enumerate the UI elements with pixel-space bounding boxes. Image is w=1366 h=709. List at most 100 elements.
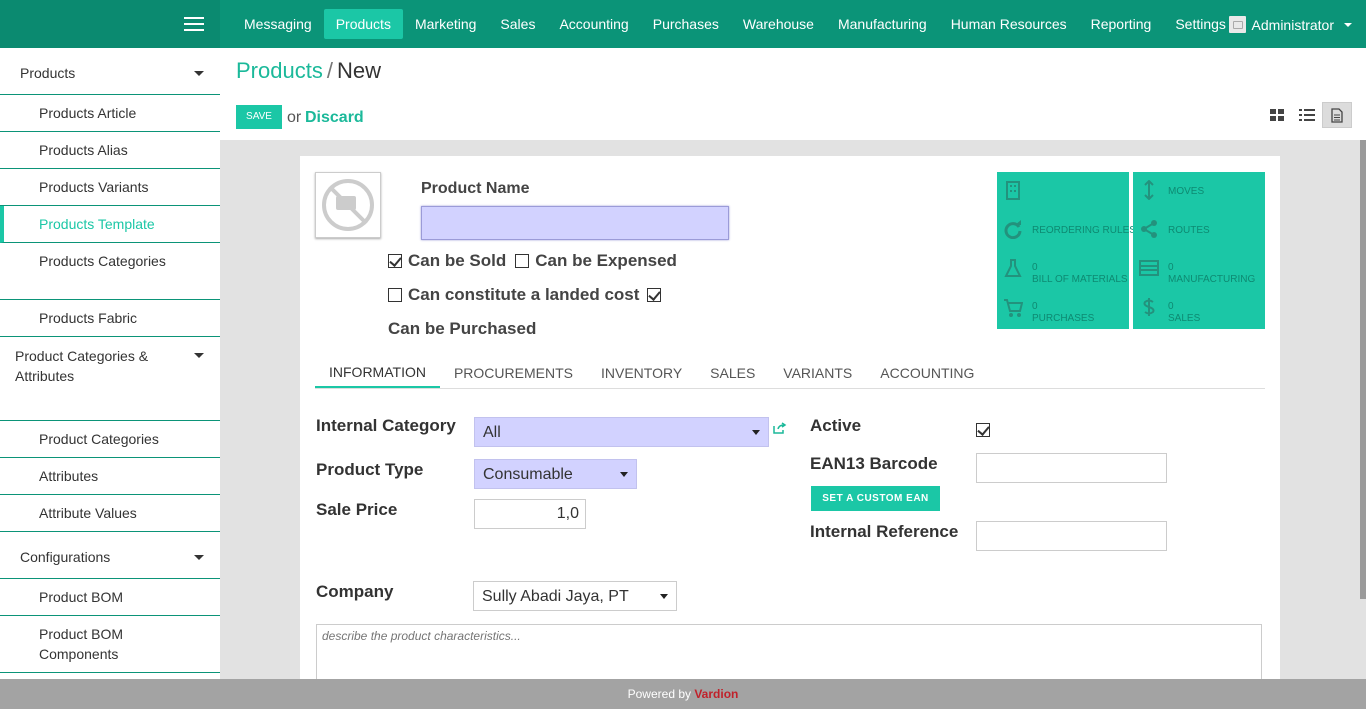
smart-button-label: MOVES bbox=[1168, 186, 1205, 197]
sidebar-item-products-alias[interactable]: Products Alias bbox=[0, 132, 220, 169]
product-type-select[interactable]: Consumable bbox=[474, 459, 637, 489]
list-icon bbox=[1299, 109, 1315, 121]
sidebar-item-products-template[interactable]: Products Template bbox=[0, 206, 220, 243]
menu-toggle-icon[interactable] bbox=[184, 17, 204, 33]
nav-item-reporting[interactable]: Reporting bbox=[1079, 9, 1164, 39]
save-button[interactable]: SAVE bbox=[236, 105, 282, 129]
active-checkbox[interactable] bbox=[976, 423, 990, 437]
sidebar-group-label: Products bbox=[20, 65, 76, 81]
sidebar-group-label: Product Categories & Attributes bbox=[15, 348, 149, 384]
caret-down-icon bbox=[660, 594, 668, 599]
can-be-sold-checkbox[interactable] bbox=[388, 254, 402, 268]
breadcrumb-separator: / bbox=[326, 58, 333, 83]
form-view-area: Product Name Can be Sold Can be Expensed… bbox=[220, 140, 1366, 679]
product-image[interactable] bbox=[315, 172, 381, 238]
kanban-view-button[interactable] bbox=[1262, 102, 1292, 128]
nav-item-messaging[interactable]: Messaging bbox=[232, 9, 324, 39]
sidebar-item-product-bom-components[interactable]: Product BOM Components bbox=[0, 616, 220, 673]
smart-button-label: REORDERING RULES bbox=[1032, 225, 1136, 236]
arrows-v-icon bbox=[1144, 180, 1154, 200]
nav-item-accounting[interactable]: Accounting bbox=[547, 9, 640, 39]
smart-button-purchases[interactable]: 0 PURCHASES bbox=[997, 289, 1129, 328]
sale-price-label: Sale Price bbox=[316, 500, 398, 519]
tab-procurements[interactable]: PROCUREMENTS bbox=[440, 356, 587, 388]
sidebar-item-products-variants[interactable]: Products Variants bbox=[0, 169, 220, 206]
smart-button-manufacturing[interactable]: 0 MANUFACTURING bbox=[1133, 250, 1265, 289]
sidebar-item-attribute-values[interactable]: Attribute Values bbox=[0, 495, 220, 532]
smart-button-moves[interactable]: MOVES bbox=[1133, 172, 1265, 211]
breadcrumb: Products / New bbox=[236, 58, 381, 84]
external-link-icon[interactable] bbox=[773, 422, 787, 434]
landed-cost-row: Can constitute a landed cost bbox=[388, 285, 667, 305]
caret-down-icon bbox=[194, 353, 204, 358]
tab-inventory[interactable]: INVENTORY bbox=[587, 356, 696, 388]
sidebar-item-product-categories[interactable]: Product Categories bbox=[0, 421, 220, 458]
smart-button-sales[interactable]: 0 SALES bbox=[1133, 289, 1265, 328]
breadcrumb-parent[interactable]: Products bbox=[236, 58, 323, 83]
product-name-label: Product Name bbox=[421, 180, 530, 197]
sale-price-input[interactable] bbox=[474, 499, 586, 529]
can-be-purchased-checkbox[interactable] bbox=[647, 288, 662, 302]
avatar bbox=[1228, 16, 1246, 33]
product-type-label: Product Type bbox=[316, 460, 424, 479]
brand-link[interactable]: Vardion bbox=[694, 687, 738, 701]
tab-sales[interactable]: SALES bbox=[696, 356, 769, 388]
can-be-expensed-checkbox[interactable] bbox=[515, 254, 530, 268]
nav-item-purchases[interactable]: Purchases bbox=[641, 9, 731, 39]
nav-item-sales[interactable]: Sales bbox=[488, 9, 547, 39]
smart-button-routes[interactable]: ROUTES bbox=[1133, 211, 1265, 250]
dollar-icon bbox=[1143, 298, 1155, 316]
nav-item-products[interactable]: Products bbox=[323, 9, 403, 39]
tab-accounting[interactable]: ACCOUNTING bbox=[866, 356, 988, 388]
sidebar-item-products-fabric[interactable]: Products Fabric bbox=[0, 300, 220, 337]
document-icon bbox=[1331, 107, 1343, 123]
set-custom-ean-button[interactable]: SET A CUSTOM EAN bbox=[811, 486, 940, 511]
caret-down-icon bbox=[752, 430, 760, 435]
app-switcher-area bbox=[0, 0, 220, 48]
smart-buttons-right: MOVES ROUTES 0 MANUFACTURING 0 SALES bbox=[1133, 172, 1265, 329]
form-view-button[interactable] bbox=[1322, 102, 1352, 128]
chevron-down-icon bbox=[1344, 22, 1352, 27]
sidebar-group-configurations[interactable]: Configurations bbox=[0, 532, 220, 579]
sidebar-item-products-article[interactable]: Products Article bbox=[0, 95, 220, 132]
scrollbar[interactable] bbox=[1360, 140, 1366, 599]
smart-button-building[interactable] bbox=[997, 172, 1129, 211]
smart-button-count: 0 bbox=[1032, 262, 1038, 273]
company-select[interactable]: Sully Abadi Jaya, PT bbox=[473, 581, 677, 611]
internal-category-select[interactable]: All bbox=[474, 417, 769, 447]
nav-item-settings[interactable]: Settings bbox=[1163, 9, 1238, 39]
cart-icon bbox=[1004, 299, 1023, 317]
nav-item-human-resources[interactable]: Human Resources bbox=[939, 9, 1079, 39]
sidebar-item-attributes[interactable]: Attributes bbox=[0, 458, 220, 495]
tab-variants[interactable]: VARIANTS bbox=[769, 356, 866, 388]
smart-button-count: 0 bbox=[1032, 301, 1038, 312]
landed-cost-checkbox[interactable] bbox=[388, 288, 402, 302]
internal-category-value: All bbox=[483, 424, 501, 441]
notebook-tabs: INFORMATION PROCUREMENTS INVENTORY SALES VAR… bbox=[315, 356, 1265, 389]
caret-down-icon bbox=[194, 555, 204, 560]
tab-information[interactable]: INFORMATION bbox=[315, 356, 440, 388]
nav-item-warehouse[interactable]: Warehouse bbox=[731, 9, 826, 39]
smart-button-reordering-rules[interactable]: REORDERING RULES bbox=[997, 211, 1136, 250]
smart-button-bill-of-materials[interactable]: 0 BILL OF MATERIALS bbox=[997, 250, 1129, 289]
top-navbar: Messaging Products Marketing Sales Accountin… bbox=[0, 0, 1366, 48]
nav-item-manufacturing[interactable]: Manufacturing bbox=[826, 9, 939, 39]
internal-reference-input[interactable] bbox=[976, 521, 1167, 551]
description-textarea[interactable] bbox=[316, 624, 1262, 679]
internal-reference-label: Internal Reference bbox=[810, 522, 959, 541]
sidebar-group-product-categories-and-attributes[interactable]: Product Categories & Attributes bbox=[0, 337, 220, 421]
discard-link[interactable]: Discard bbox=[305, 109, 364, 127]
or-label: or bbox=[287, 109, 302, 126]
nav-item-marketing[interactable]: Marketing bbox=[403, 9, 488, 39]
share-icon bbox=[1141, 220, 1157, 238]
internal-category-label: Internal Category bbox=[316, 416, 456, 435]
sidebar-item-products-categories[interactable]: Products Categories bbox=[0, 243, 220, 300]
sidebar-item-product-bom[interactable]: Product BOM bbox=[0, 579, 220, 616]
smart-buttons-left: REORDERING RULES 0 BILL OF MATERIALS 0 PURCH… bbox=[997, 172, 1136, 329]
ean13-input[interactable] bbox=[976, 453, 1167, 483]
product-name-input[interactable] bbox=[421, 206, 729, 240]
sidebar-group-products[interactable]: Products bbox=[0, 48, 220, 95]
user-menu[interactable]: Administrator bbox=[1228, 16, 1352, 33]
company-label: Company bbox=[316, 582, 394, 601]
list-view-button[interactable] bbox=[1292, 102, 1322, 128]
